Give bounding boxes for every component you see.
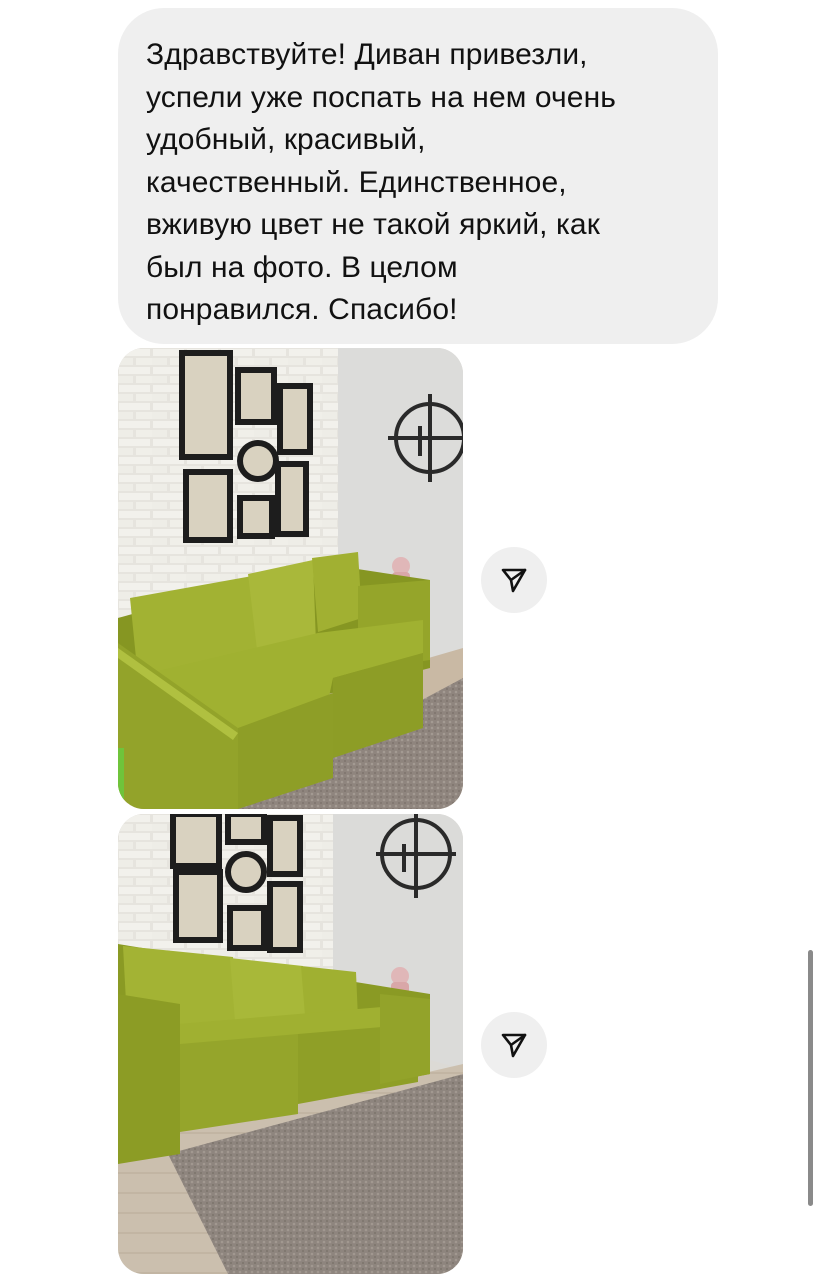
paper-plane-icon [501, 1033, 527, 1058]
sofa-photo-image [118, 814, 463, 1274]
message-bubble[interactable]: Здравствуйте! Диван привезли, успели уже… [118, 8, 718, 344]
sofa-photo-image [118, 348, 463, 809]
sofa-photo-2[interactable] [118, 814, 463, 1274]
scrollbar[interactable] [808, 950, 813, 1206]
share-button[interactable] [481, 1012, 547, 1078]
paper-plane-icon [501, 568, 527, 593]
sofa-photo-1[interactable] [118, 348, 463, 809]
share-button[interactable] [481, 547, 547, 613]
chat-screen: Здравствуйте! Диван привезли, успели уже… [0, 0, 821, 1280]
